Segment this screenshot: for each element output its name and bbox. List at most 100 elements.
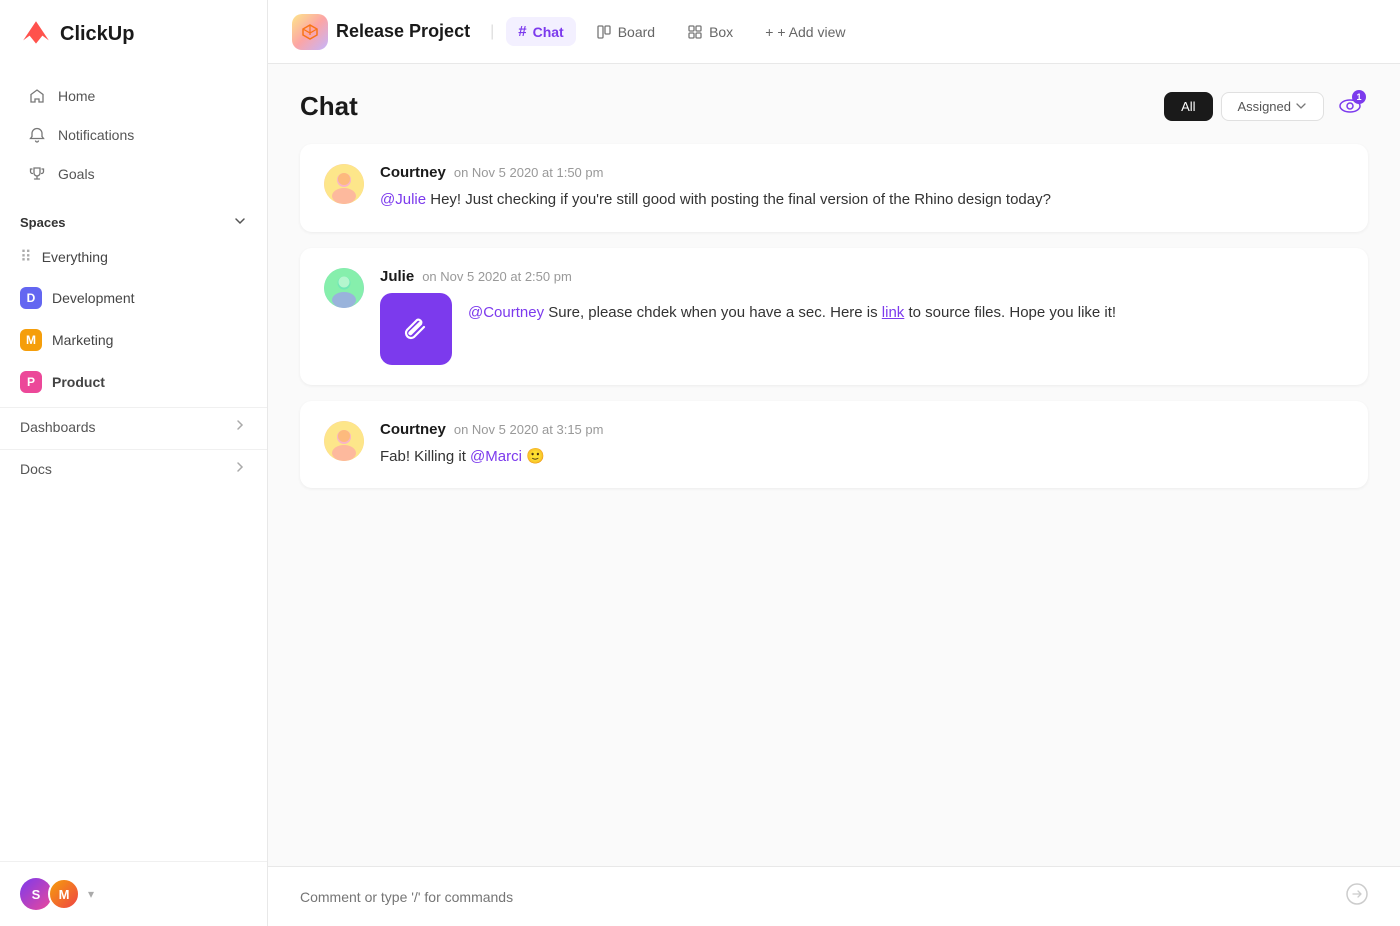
message-card: Courtney on Nov 5 2020 at 1:50 pm @Julie… <box>300 144 1368 232</box>
avatar-courtney-1 <box>324 164 364 204</box>
message-text-1: @Julie Hey! Just checking if you're stil… <box>380 189 1344 212</box>
sidebar: ClickUp Home Notifications Goals Spaces <box>0 0 268 926</box>
message-body-text-1: Hey! Just checking if you're still good … <box>430 191 1051 208</box>
message-header-2: Julie on Nov 5 2020 at 2:50 pm <box>380 268 1344 285</box>
sidebar-item-product-label: Product <box>52 374 105 390</box>
chevron-right-icon <box>233 418 247 435</box>
clickup-logo-icon <box>20 18 52 50</box>
filter-assigned-button[interactable]: Assigned <box>1221 92 1324 121</box>
sidebar-navigation: Home Notifications Goals <box>0 68 267 202</box>
message-time-3: on Nov 5 2020 at 3:15 pm <box>454 422 604 437</box>
mention-julie: @Julie <box>380 191 426 208</box>
sidebar-item-everything[interactable]: ⠿ Everything <box>0 238 267 276</box>
spaces-header[interactable]: Spaces <box>0 202 267 237</box>
add-view-button[interactable]: + + Add view <box>753 18 857 46</box>
sidebar-item-docs[interactable]: Docs <box>0 449 267 487</box>
author-name-2: Julie <box>380 268 414 285</box>
add-view-label: + Add view <box>777 24 845 40</box>
product-badge: P <box>20 371 42 393</box>
sidebar-item-home[interactable]: Home <box>8 77 259 115</box>
page-title: Chat <box>300 91 358 122</box>
tab-board[interactable]: Board <box>584 18 667 46</box>
sidebar-item-marketing[interactable]: M Marketing <box>0 320 267 360</box>
topbar: Release Project | # Chat Board Box + + A… <box>268 0 1400 64</box>
project-icon <box>292 14 328 50</box>
message-text-prefix-3: Fab! Killing it <box>380 448 470 465</box>
chevron-right-icon-docs <box>233 460 247 477</box>
sidebar-item-goals[interactable]: Goals <box>8 155 259 193</box>
user-avatar-m: M <box>48 878 80 910</box>
logo[interactable]: ClickUp <box>0 0 267 68</box>
marketing-badge: M <box>20 329 42 351</box>
sidebar-item-dashboards-label: Dashboards <box>20 419 96 435</box>
assigned-label: Assigned <box>1238 99 1291 114</box>
tab-chat-label: Chat <box>533 24 564 40</box>
attachment-text-after-link: to source files. Hope you like it! <box>908 304 1116 321</box>
sidebar-item-home-label: Home <box>58 88 95 104</box>
trophy-icon <box>28 165 46 183</box>
message-card-3: Courtney on Nov 5 2020 at 3:15 pm Fab! K… <box>300 401 1368 489</box>
mention-marci: @Marci <box>470 448 522 465</box>
sidebar-item-goals-label: Goals <box>58 166 95 182</box>
tab-chat[interactable]: # Chat <box>506 17 575 46</box>
mention-courtney: @Courtney <box>468 304 544 321</box>
sidebar-item-everything-label: Everything <box>42 249 108 265</box>
sidebar-footer[interactable]: S M ▾ <box>0 861 267 926</box>
comment-input[interactable] <box>300 889 1334 905</box>
attachment-icon <box>380 293 452 365</box>
logo-text: ClickUp <box>60 23 134 46</box>
message-time-2: on Nov 5 2020 at 2:50 pm <box>422 269 572 284</box>
avatar-julie <box>324 268 364 308</box>
message-time-1: on Nov 5 2020 at 1:50 pm <box>454 165 604 180</box>
tab-board-label: Board <box>618 24 655 40</box>
send-icon[interactable] <box>1346 883 1368 910</box>
sidebar-item-docs-label: Docs <box>20 461 52 477</box>
attachment-block: @Courtney Sure, please chdek when you ha… <box>380 293 1344 365</box>
watch-button[interactable]: 1 <box>1332 88 1368 124</box>
sidebar-item-dashboards[interactable]: Dashboards <box>0 407 267 445</box>
author-name-3: Courtney <box>380 421 446 438</box>
tab-box-label: Box <box>709 24 733 40</box>
message-emoji-3: 🙂 <box>526 448 545 465</box>
sidebar-item-marketing-label: Marketing <box>52 332 113 348</box>
spaces-label: Spaces <box>20 215 66 230</box>
bell-icon <box>28 126 46 144</box>
main-content: Release Project | # Chat Board Box + + A… <box>268 0 1400 926</box>
content-header: Chat All Assigned 1 <box>300 88 1368 124</box>
assigned-chevron-icon <box>1295 100 1307 112</box>
tab-box[interactable]: Box <box>675 18 745 46</box>
sidebar-item-development[interactable]: D Development <box>0 278 267 318</box>
sidebar-item-development-label: Development <box>52 290 135 306</box>
box-icon <box>687 24 703 40</box>
comment-box <box>268 866 1400 926</box>
avatar-courtney-2 <box>324 421 364 461</box>
attachment-message-text: @Courtney Sure, please chdek when you ha… <box>468 293 1116 325</box>
sidebar-item-notifications[interactable]: Notifications <box>8 116 259 154</box>
message-card-2: Julie on Nov 5 2020 at 2:50 pm @Courtney… <box>300 248 1368 385</box>
attachment-text-before-link: Sure, please chdek when you have a sec. … <box>548 304 882 321</box>
messages-list: Courtney on Nov 5 2020 at 1:50 pm @Julie… <box>300 144 1368 842</box>
author-name-1: Courtney <box>380 164 446 181</box>
message-body-1: Courtney on Nov 5 2020 at 1:50 pm @Julie… <box>380 164 1344 212</box>
paperclip-icon <box>400 313 432 345</box>
footer-chevron-icon: ▾ <box>88 887 94 901</box>
watch-count-badge: 1 <box>1352 90 1366 104</box>
spaces-chevron-icon <box>233 214 247 231</box>
sidebar-item-product[interactable]: P Product <box>0 362 267 402</box>
source-files-link[interactable]: link <box>882 304 905 321</box>
hash-icon: # <box>518 23 526 40</box>
message-text-3: Fab! Killing it @Marci 🙂 <box>380 446 1344 469</box>
grid-icon: ⠿ <box>20 247 32 267</box>
board-icon <box>596 24 612 40</box>
home-icon <box>28 87 46 105</box>
development-badge: D <box>20 287 42 309</box>
filter-all-button[interactable]: All <box>1164 92 1212 121</box>
project-title: Release Project <box>336 21 470 42</box>
sidebar-item-notifications-label: Notifications <box>58 127 134 143</box>
message-header-3: Courtney on Nov 5 2020 at 3:15 pm <box>380 421 1344 438</box>
message-body-3: Courtney on Nov 5 2020 at 3:15 pm Fab! K… <box>380 421 1344 469</box>
filter-row: All Assigned 1 <box>1164 88 1368 124</box>
message-body-2: Julie on Nov 5 2020 at 2:50 pm @Courtney… <box>380 268 1344 365</box>
chat-content: Chat All Assigned 1 <box>268 64 1400 866</box>
message-header-1: Courtney on Nov 5 2020 at 1:50 pm <box>380 164 1344 181</box>
